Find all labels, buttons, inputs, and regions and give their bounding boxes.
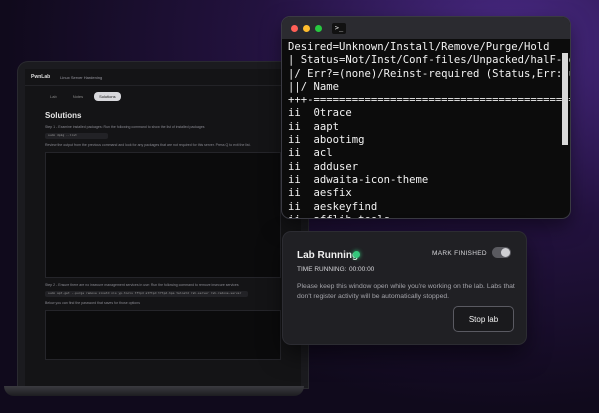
laptop-screen: PwnLab Linux Server Hardening Lab Notes … <box>25 69 301 388</box>
terminal-line: ii aesfix <box>288 187 352 200</box>
step-1-text: Step 1 - Examine installed packages: Run… <box>45 125 205 129</box>
app-header: PwnLab Linux Server Hardening <box>25 69 301 86</box>
command-2: sudo apt-get --purge remove xinetd nis y… <box>45 291 248 297</box>
toggle-knob <box>501 248 510 257</box>
app-logo: PwnLab <box>31 74 51 80</box>
terminal-line: ii afflib-tools <box>288 214 564 218</box>
terminal-line: ii 0trace <box>288 107 352 120</box>
terminal-prompt-icon: >_ <box>332 22 346 34</box>
page-title: Solutions <box>45 111 82 120</box>
tab-bar: Lab Notes Solutions <box>25 86 301 107</box>
terminal-line: ii adwaita-icon-theme <box>288 173 429 186</box>
maximize-button[interactable] <box>315 24 322 32</box>
terminal-titlebar: >_ <box>282 17 570 39</box>
lab-status-card: Lab Running MARK FINISHED TIME RUNNING: … <box>283 232 526 344</box>
laptop-base <box>4 386 304 396</box>
stop-lab-button[interactable]: Stop lab <box>453 306 514 332</box>
app-title: Linux Server Hardening <box>60 74 103 80</box>
tab-lab[interactable]: Lab <box>45 92 62 101</box>
lab-keep-open-message: Please keep this window open while you'r… <box>297 283 515 300</box>
terminal-line: | Status=Not/Inst/Conf-files/Unpacked/ha… <box>288 54 570 67</box>
laptop-frame: PwnLab Linux Server Hardening Lab Notes … <box>18 62 308 388</box>
terminal-line: ii adduser <box>288 160 359 173</box>
terminal-scrollbar[interactable] <box>562 53 568 145</box>
terminal-line: ii aeskeyfind <box>288 200 378 213</box>
terminal-line: ii acl <box>288 147 333 160</box>
command-1: sudo dpkg --list <box>45 133 108 139</box>
terminal-line: +++-====================================… <box>288 94 570 107</box>
package-list-output <box>45 152 281 278</box>
running-status-icon <box>353 251 360 258</box>
tab-notes[interactable]: Notes <box>68 92 88 101</box>
tab-solutions[interactable]: Solutions <box>94 92 121 101</box>
apt-output <box>45 310 281 360</box>
terminal-output: Desired=Unknown/Install/Remove/Purge/Hol… <box>282 39 570 218</box>
step-2b-text: Below you can find the password that sav… <box>45 301 140 305</box>
mark-finished-label: MARK FINISHED <box>432 250 487 257</box>
terminal-line: ii abootimg <box>288 134 365 147</box>
close-button[interactable] <box>291 24 298 32</box>
terminal-line: |/ Err?=(none)/Reinst-required (Status,E… <box>288 67 570 80</box>
step-1b-text: Review the output from the previous comm… <box>45 143 251 147</box>
step-2-text: Step 2 - Ensure there are no insecure ma… <box>45 283 239 287</box>
terminal-line: Desired=Unknown/Install/Remove/Purge/Hol… <box>288 41 550 53</box>
terminal-window[interactable]: >_ Desired=Unknown/Install/Remove/Purge/… <box>282 17 570 218</box>
minimize-button[interactable] <box>303 24 310 32</box>
terminal-line: ii aapt <box>288 120 340 133</box>
mark-finished-toggle[interactable] <box>492 247 511 258</box>
time-running-value: 00:00:00 <box>349 266 375 273</box>
time-running-label: TIME RUNNING: <box>297 266 347 273</box>
terminal-line: ||/ Name <box>288 80 340 93</box>
lab-status-title: Lab Running <box>297 250 359 261</box>
